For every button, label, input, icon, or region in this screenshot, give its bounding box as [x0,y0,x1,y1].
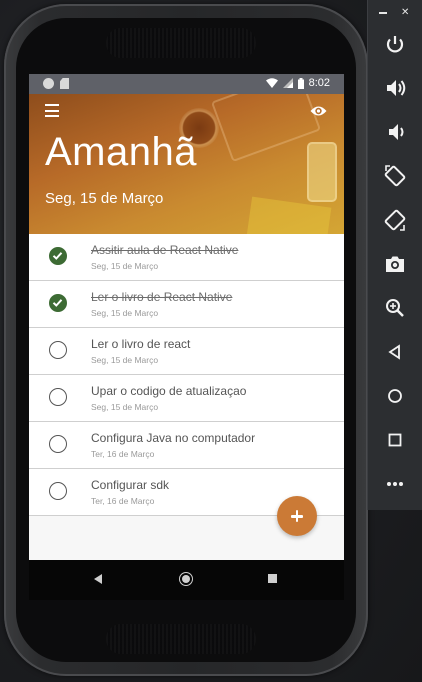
rotate-left-icon[interactable] [382,163,408,189]
task-row[interactable]: Configura Java no computador Ter, 16 de … [29,422,344,469]
task-date: Seg, 15 de Março [91,355,159,365]
task-title: Ler o livro de react [91,337,191,351]
notification-dot-icon [43,78,54,89]
more-icon[interactable] [382,471,408,497]
task-title: Upar o codigo de atualizaçao [91,384,247,398]
header-banner: Amanhã Seg, 15 de Março [29,94,344,234]
add-task-button[interactable] [277,496,317,536]
sd-card-icon [60,78,69,89]
task-row[interactable]: Ler o livro de React Native Seg, 15 de M… [29,281,344,328]
page-subtitle: Seg, 15 de Março [45,190,164,207]
task-date: Seg, 15 de Março [91,308,159,318]
check-empty-icon[interactable] [49,435,67,453]
header-decoration [210,94,322,163]
zoom-icon[interactable] [382,295,408,321]
android-nav-bar [29,560,344,600]
header-decoration [246,196,332,234]
bottom-speaker [106,624,256,654]
hamburger-menu-icon[interactable] [45,104,59,117]
task-title: Ler o livro de React Native [91,290,233,304]
top-speaker [106,28,256,58]
task-title: Assitir aula de React Native [91,243,239,257]
task-list: Assitir aula de React Native Seg, 15 de … [29,234,344,516]
page-title: Amanhã [45,130,197,174]
task-date: Ter, 16 de Março [91,449,155,459]
task-title: Configurar sdk [91,478,170,492]
overview-icon[interactable] [382,427,408,453]
check-empty-icon[interactable] [49,482,67,500]
check-empty-icon[interactable] [49,341,67,359]
emulator-toolbar: ✕ [368,0,422,510]
task-row[interactable]: Assitir aula de React Native Seg, 15 de … [29,234,344,281]
plus-icon [295,510,299,522]
home-icon[interactable] [382,383,408,409]
check-done-icon[interactable] [49,294,67,312]
check-empty-icon[interactable] [49,388,67,406]
volume-down-icon[interactable] [382,119,408,145]
signal-icon [282,78,293,88]
home-circle-icon[interactable] [179,572,193,586]
status-time: 8:02 [308,77,330,89]
device-screen: 8:02 Amanhã Seg, 15 de Março Assitir aul… [29,74,344,600]
battery-icon [297,77,304,89]
task-date: Ter, 16 de Março [91,496,155,506]
volume-up-icon[interactable] [382,75,408,101]
task-row[interactable]: Upar o codigo de atualizaçao Seg, 15 de … [29,375,344,422]
status-bar: 8:02 [29,74,344,94]
task-date: Seg, 15 de Março [91,402,159,412]
wifi-icon [265,78,278,88]
header-decoration [307,142,337,202]
close-icon[interactable]: ✕ [401,7,409,18]
power-icon[interactable] [382,31,408,57]
eye-icon[interactable] [310,104,327,118]
check-done-icon[interactable] [49,247,67,265]
task-title: Configura Java no computador [91,431,256,445]
camera-icon[interactable] [382,251,408,277]
recent-apps-square-icon[interactable] [268,574,277,583]
back-icon[interactable] [382,339,408,365]
task-date: Seg, 15 de Março [91,261,159,271]
rotate-right-icon[interactable] [382,207,408,233]
task-row[interactable]: Ler o livro de react Seg, 15 de Março [29,328,344,375]
minimize-icon[interactable] [379,12,387,14]
back-triangle-icon[interactable] [94,574,102,584]
